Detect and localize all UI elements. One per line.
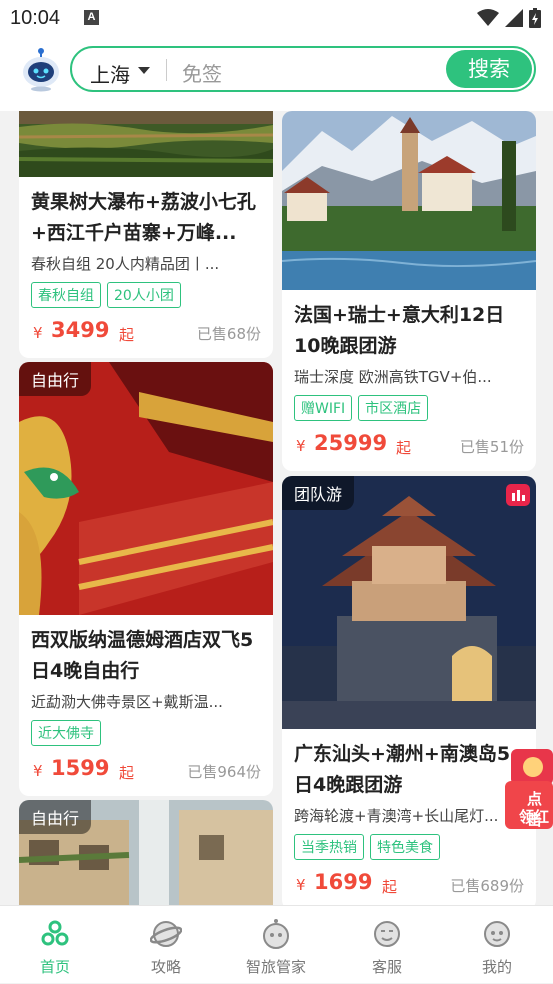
card-subtitle: 近勐泐大佛寺景区+戴斯温... — [31, 693, 223, 711]
card-subtitle: 跨海轮渡+青澳湾+长山尾灯... — [294, 807, 499, 825]
terrace-photo — [19, 111, 273, 177]
price-suffix: 起 — [382, 878, 398, 896]
red-packet-float[interactable]: 点击 领红 — [505, 745, 553, 829]
currency-symbol: ¥ — [33, 324, 43, 342]
card-subtitle: 春秋自组 20人内精品团丨... — [31, 255, 220, 273]
status-time: 10:04 — [10, 7, 61, 29]
product-type-tag: 团队游 — [282, 476, 355, 510]
price-row: ¥ 1699 起 已售689份 — [294, 866, 524, 905]
home-icon — [41, 920, 69, 946]
city-selector[interactable]: 上海 — [90, 59, 130, 88]
product-card[interactable]: 团队游 广东汕头+潮州+南澳岛5日4晚跟团游 跨海轮渡+青澳湾+长山尾灯... … — [282, 476, 536, 905]
tab-label: 客服 — [371, 958, 402, 976]
red-packet-label-2: 领红 — [519, 808, 550, 826]
card-tag: 春秋自组 — [31, 282, 101, 308]
wifi-icon — [477, 9, 499, 26]
card-image: 团队游 — [282, 476, 536, 729]
tab-label: 首页 — [39, 958, 70, 976]
planet-icon — [150, 921, 182, 947]
card-tag: 赠WIFI — [294, 395, 353, 421]
price-row: ¥ 1599 起 已售964份 — [31, 752, 261, 796]
price-row: ¥ 25999 起 已售51份 — [294, 427, 524, 471]
card-price: 3499 — [51, 318, 110, 342]
caret-down-icon[interactable] — [138, 67, 150, 74]
live-badge[interactable] — [506, 484, 530, 506]
sold-count: 已售689份 — [450, 877, 524, 895]
card-title: 广东汕头+潮州+南澳岛5日4晚跟团游 — [294, 743, 511, 796]
profile-icon — [484, 921, 510, 947]
robot-icon — [263, 919, 289, 949]
card-image — [282, 111, 536, 290]
tab-label: 我的 — [481, 958, 512, 976]
signal-icon — [505, 9, 523, 27]
notification-a-icon: A — [84, 10, 99, 25]
bottom-tab-bar: 首页 攻略 智旅管家 客服 我的 — [0, 905, 553, 983]
card-title: 西双版纳温德姆酒店双飞5日4晚自由行 — [31, 629, 254, 682]
tab-guide[interactable]: 攻略 — [111, 906, 221, 984]
price-suffix: 起 — [119, 326, 135, 344]
bar-chart-icon — [512, 490, 525, 501]
battery-icon — [529, 8, 541, 28]
card-tag: 特色美食 — [370, 834, 440, 860]
tab-butler[interactable]: 智旅管家 — [221, 906, 331, 984]
card-tag: 当季热销 — [294, 834, 364, 860]
card-price: 1599 — [51, 756, 110, 780]
sold-count: 已售51份 — [459, 438, 524, 456]
card-price: 25999 — [314, 431, 388, 455]
product-type-tag: 自由行 — [19, 800, 92, 834]
sold-count: 已售964份 — [187, 763, 261, 781]
product-card[interactable]: 法国+瑞士+意大利12日10晚跟团游 瑞士深度 欧洲高铁TGV+伯... 赠WI… — [282, 111, 536, 471]
card-price: 1699 — [314, 870, 373, 894]
robot-assistant-icon[interactable] — [20, 48, 62, 92]
search-input[interactable]: 免签 — [182, 58, 222, 87]
currency-symbol: ¥ — [296, 437, 306, 455]
card-image: 自由行 — [19, 362, 273, 615]
search-box[interactable]: 上海 免签 搜索 — [70, 46, 536, 92]
currency-symbol: ¥ — [296, 876, 306, 894]
header: 上海 免签 搜索 — [0, 36, 553, 111]
gate-tower-photo — [282, 476, 536, 729]
card-tag: 市区酒店 — [358, 395, 429, 421]
card-subtitle: 瑞士深度 欧洲高铁TGV+伯... — [294, 368, 492, 386]
product-card[interactable]: 黄果树大瀑布+荔波小七孔+西江千户苗寨+万峰... 春秋自组 20人内精品团丨.… — [19, 111, 273, 358]
card-tag: 近大佛寺 — [31, 720, 101, 746]
card-title: 黄果树大瀑布+荔波小七孔+西江千户苗寨+万峰... — [31, 191, 256, 244]
temple-photo — [19, 362, 273, 615]
card-title: 法国+瑞士+意大利12日10晚跟团游 — [294, 304, 505, 357]
price-suffix: 起 — [396, 439, 412, 457]
product-card[interactable]: 自由行 — [19, 800, 273, 905]
card-image: 自由行 — [19, 800, 273, 905]
tab-home[interactable]: 首页 — [0, 906, 110, 984]
product-feed: 黄果树大瀑布+荔波小七孔+西江千户苗寨+万峰... 春秋自组 20人内精品团丨.… — [0, 111, 553, 905]
tab-profile[interactable]: 我的 — [442, 906, 552, 984]
tab-service[interactable]: 客服 — [332, 906, 442, 984]
product-type-tag: 自由行 — [19, 362, 92, 396]
status-bar: 10:04 A — [0, 0, 553, 36]
search-button[interactable]: 搜索 — [446, 50, 532, 88]
search-divider — [166, 59, 167, 81]
tab-label: 攻略 — [150, 958, 181, 976]
product-card[interactable]: 自由行 西双版纳温德姆酒店双飞5日4晚自由行 近勐泐大佛寺景区+戴斯温... 近… — [19, 362, 273, 796]
status-icons — [477, 8, 541, 28]
card-tag: 20人小团 — [107, 282, 181, 308]
sold-count: 已售68份 — [196, 325, 261, 343]
service-icon — [374, 921, 400, 947]
swiss-lake-photo — [282, 111, 536, 290]
price-suffix: 起 — [119, 764, 135, 782]
card-image — [19, 111, 273, 177]
currency-symbol: ¥ — [33, 762, 43, 780]
tab-label: 智旅管家 — [245, 958, 306, 976]
price-row: ¥ 3499 起 已售68份 — [31, 314, 261, 358]
